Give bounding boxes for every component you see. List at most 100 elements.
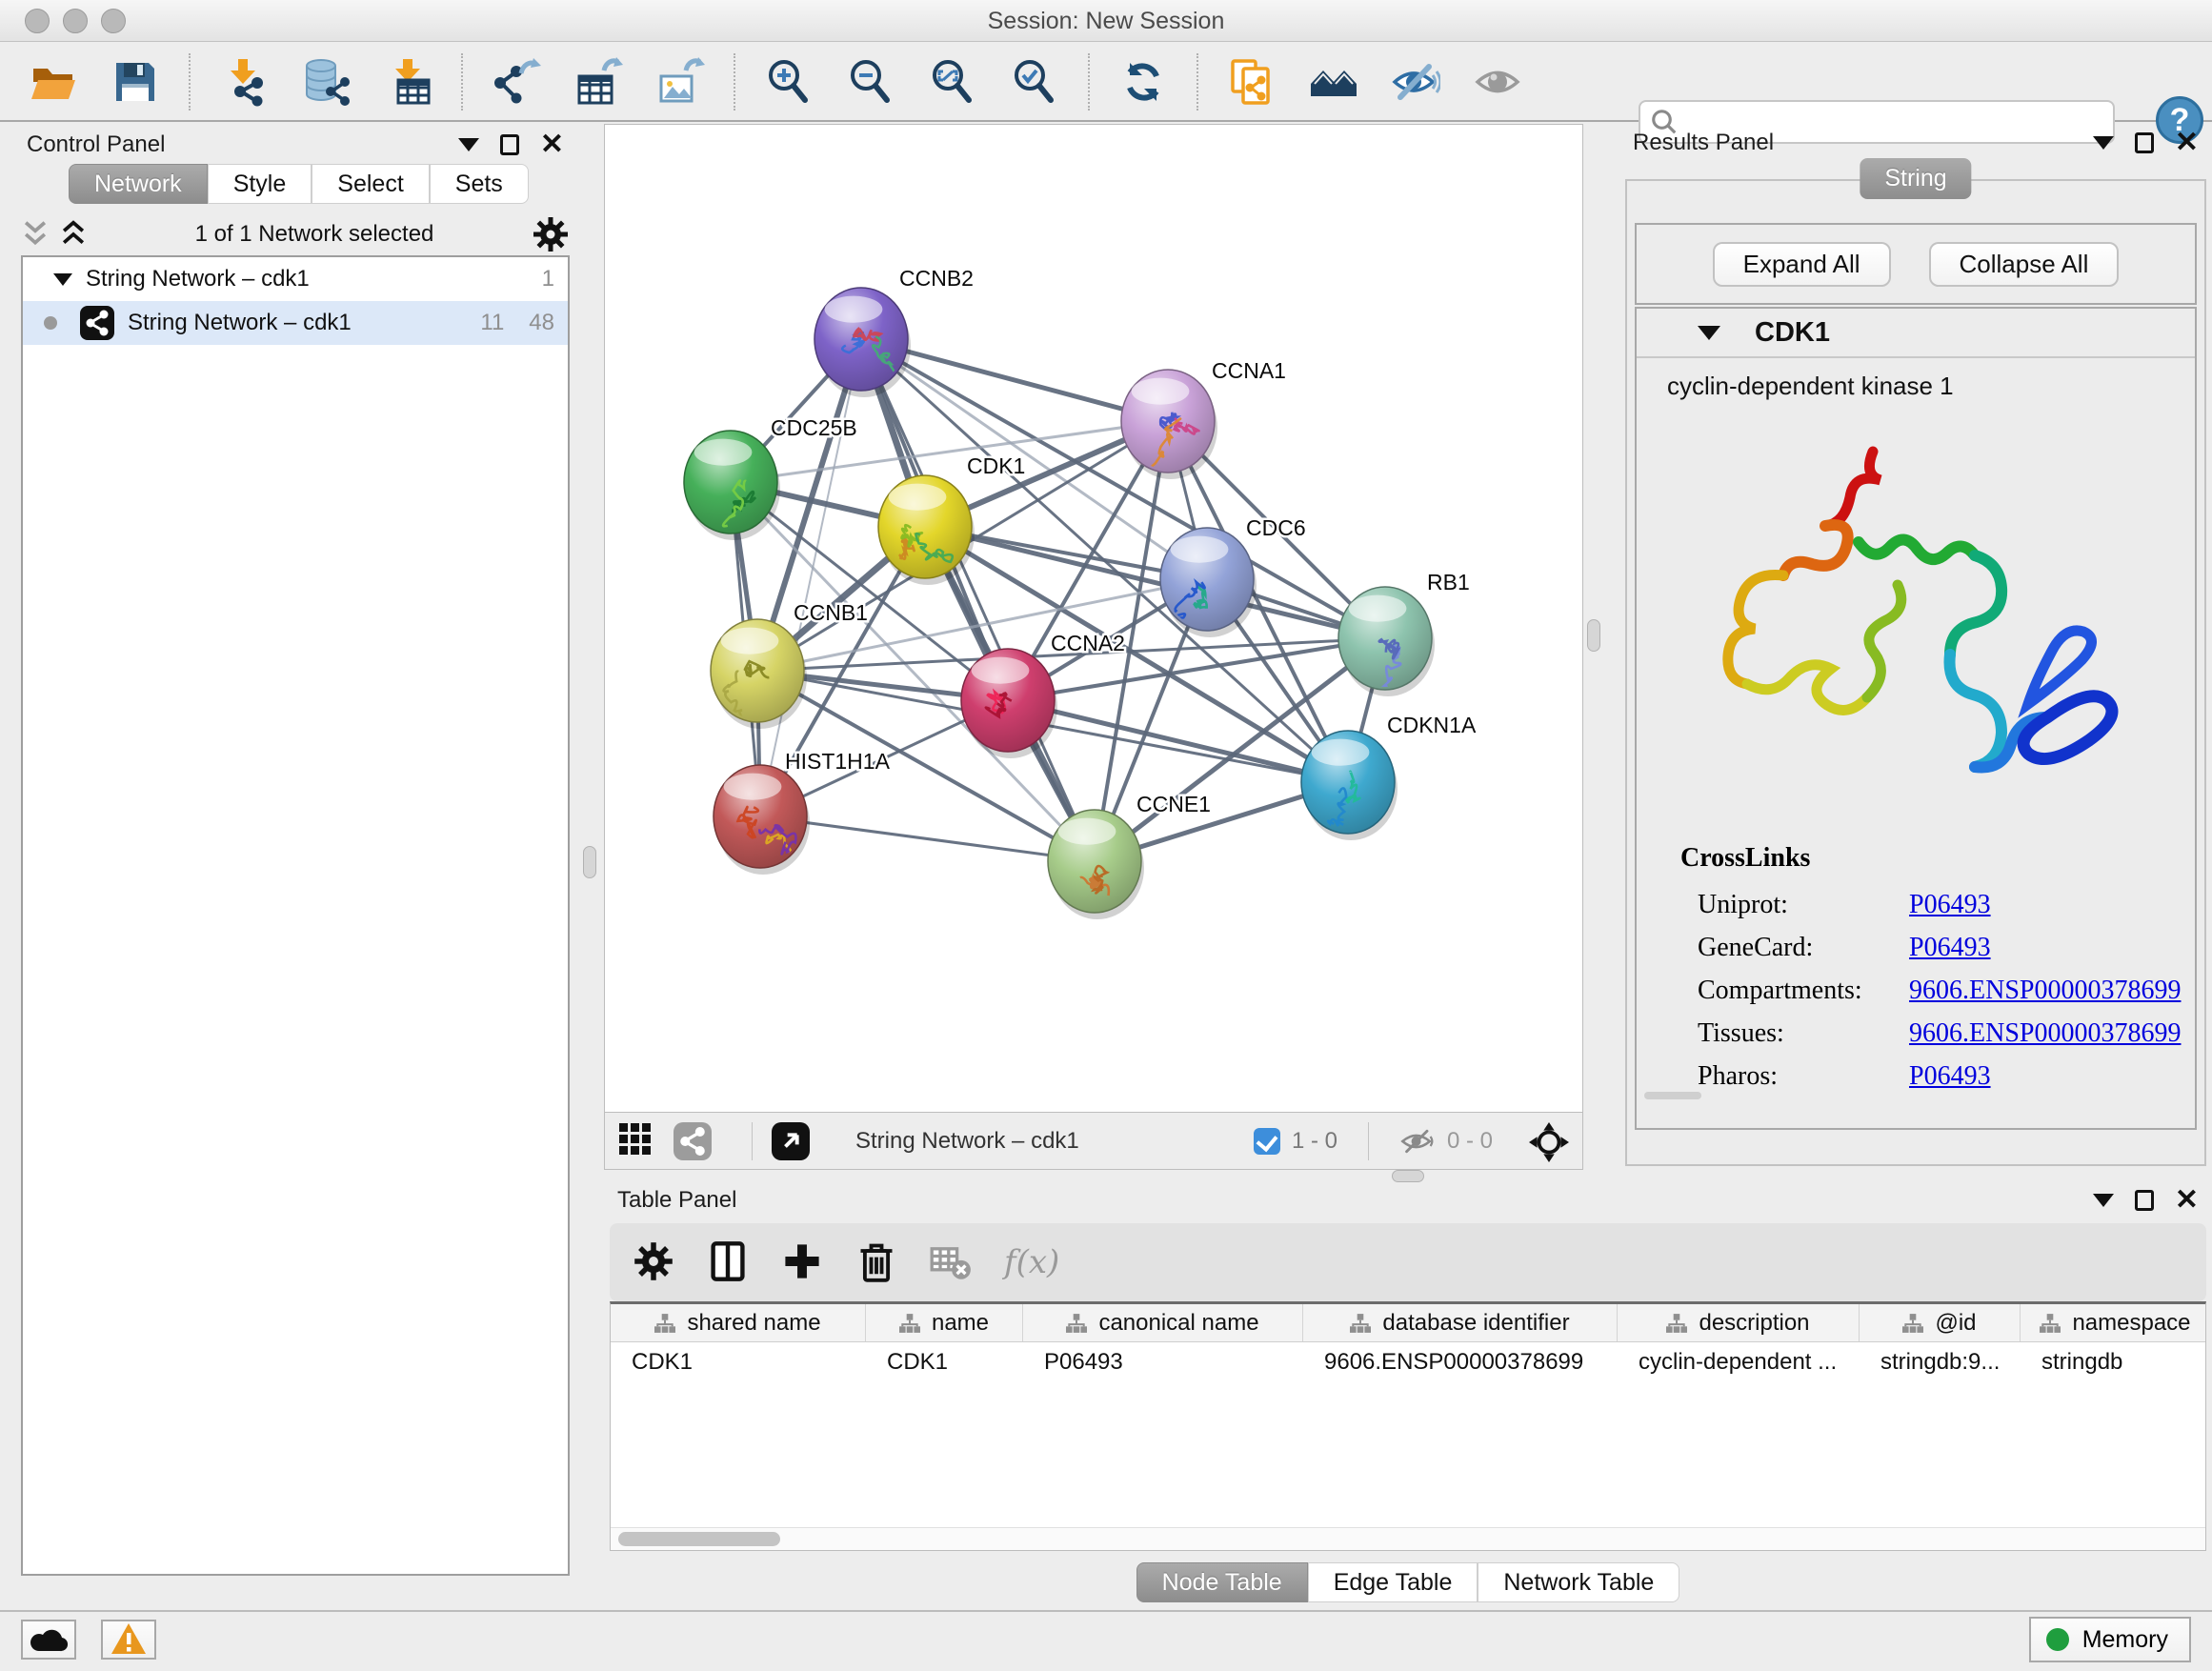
column-header--id[interactable]: @id [1860, 1304, 2021, 1341]
string-share-icon [674, 1122, 712, 1160]
import-network-file-button[interactable] [217, 55, 271, 109]
panel-close-icon[interactable]: ✕ [540, 134, 564, 155]
network-edge[interactable] [760, 816, 1095, 861]
crosslink-link[interactable]: P06493 [1909, 883, 1991, 926]
network-collection-row[interactable]: String Network – cdk1 1 [23, 257, 568, 301]
network-node-rb1[interactable]: RB1 [1338, 570, 1470, 696]
import-network-database-button[interactable] [299, 55, 352, 109]
open-session-button[interactable] [27, 55, 80, 109]
collapse-all-chevron-icon[interactable] [21, 219, 50, 250]
crosslink-link[interactable]: 9606.ENSP00000378699 [1909, 1012, 2181, 1055]
network-node-cdc6[interactable]: CDC6 [1160, 515, 1306, 637]
panel-float-icon[interactable] [2135, 132, 2154, 153]
table-cell: cyclin-dependent ... [1618, 1342, 1860, 1384]
entry-caret-icon[interactable] [1698, 326, 1720, 340]
delete-table-button[interactable] [930, 1240, 972, 1284]
crosslink-link[interactable]: P06493 [1909, 1055, 1991, 1097]
network-node-hist1h1a[interactable]: HIST1H1A [714, 749, 891, 875]
hide-selected-button[interactable] [1389, 55, 1442, 109]
network-node-cdk1[interactable]: CDK1 [878, 453, 1025, 585]
fit-content-button[interactable] [772, 1122, 810, 1160]
show-all-button[interactable] [1471, 55, 1524, 109]
network-node-ccnb1[interactable]: CCNB1 [711, 600, 868, 729]
tab-network[interactable]: Network [69, 164, 208, 204]
crosslink-link[interactable]: P06493 [1909, 926, 1991, 969]
memory-status-dot [2046, 1628, 2069, 1651]
clone-network-button[interactable] [1225, 55, 1278, 109]
panel-close-icon[interactable]: ✕ [2175, 132, 2199, 153]
collapse-all-button[interactable]: Collapse All [1929, 242, 2120, 287]
cloud-status-button[interactable] [21, 1620, 76, 1660]
crosslinks-title: CrossLinks [1680, 843, 2195, 874]
column-header-description[interactable]: description [1618, 1304, 1860, 1341]
open-folder-icon [29, 57, 78, 107]
import-network-icon [219, 57, 269, 107]
table-options-button[interactable] [633, 1240, 674, 1284]
panel-close-icon[interactable]: ✕ [2175, 1190, 2199, 1211]
zoom-selected-button[interactable] [1008, 55, 1061, 109]
zoom-out-button[interactable] [844, 55, 897, 109]
import-database-icon [301, 57, 351, 107]
first-neighbors-button[interactable] [1307, 55, 1360, 109]
warning-icon [110, 1621, 148, 1656]
network-edge[interactable] [1008, 700, 1348, 782]
apply-layout-button[interactable] [1116, 55, 1170, 109]
expand-all-button[interactable]: Expand All [1713, 242, 1891, 287]
tree-caret-icon[interactable] [53, 273, 72, 286]
network-node-ccna1[interactable]: CCNA1 [1121, 358, 1286, 479]
column-header-canonical-name[interactable]: canonical name [1023, 1304, 1303, 1341]
panel-collapse-icon[interactable] [2093, 1194, 2114, 1207]
tab-sets[interactable]: Sets [430, 164, 529, 204]
function-builder-button[interactable]: f(x) [1004, 1240, 1059, 1284]
network-node-ccnb2[interactable]: CCNB2 [814, 266, 974, 397]
table-row[interactable]: CDK1CDK1P064939606.ENSP00000378699cyclin… [611, 1342, 2205, 1384]
entry-header[interactable]: CDK1 [1637, 309, 2195, 358]
panel-float-icon[interactable] [500, 134, 519, 155]
save-session-button[interactable] [109, 55, 162, 109]
selected-checkbox[interactable] [1254, 1128, 1280, 1155]
add-column-button[interactable] [781, 1240, 823, 1284]
memory-button[interactable]: Memory [2029, 1617, 2191, 1662]
panel-float-icon[interactable] [2135, 1190, 2154, 1211]
panel-collapse-icon[interactable] [2093, 136, 2114, 150]
column-header-database-identifier[interactable]: database identifier [1303, 1304, 1618, 1341]
network-edge[interactable] [760, 339, 861, 816]
main-toolbar: ? [0, 43, 2212, 122]
vertical-splitter-handle[interactable] [1587, 619, 1600, 652]
zoom-fit-button[interactable] [926, 55, 979, 109]
scrollbar-thumb[interactable] [618, 1532, 780, 1546]
network-row[interactable]: String Network – cdk1 11 48 [23, 301, 568, 345]
center-view-button[interactable] [1529, 1122, 1569, 1160]
column-header-name[interactable]: name [866, 1304, 1023, 1341]
network-options-button[interactable] [532, 215, 570, 253]
network-canvas[interactable]: CCNB2CCNA1CDC25BCDK1CDC6RB1CCNB1CCNA2CDK… [605, 125, 1584, 1112]
left-splitter-handle[interactable] [583, 846, 596, 878]
network-edge[interactable] [861, 339, 1095, 861]
tab-edge-table[interactable]: Edge Table [1308, 1562, 1478, 1602]
column-header-shared-name[interactable]: shared name [611, 1304, 866, 1341]
export-table-button[interactable] [572, 55, 625, 109]
network-node-cdkn1a[interactable]: CDKN1A [1301, 713, 1477, 840]
birdseye-toggle-button[interactable] [618, 1122, 653, 1160]
tab-style[interactable]: Style [208, 164, 312, 204]
expand-all-chevron-icon[interactable] [59, 219, 88, 250]
zoom-in-button[interactable] [762, 55, 815, 109]
export-network-button[interactable] [490, 55, 543, 109]
status-bar: Memory [0, 1610, 2212, 1671]
network-share-icon [80, 306, 114, 340]
tab-select[interactable]: Select [312, 164, 429, 204]
import-table-file-button[interactable] [381, 55, 434, 109]
delete-column-button[interactable] [855, 1240, 897, 1284]
crosslink-link[interactable]: 9606.ENSP00000378699 [1909, 969, 2181, 1012]
tab-node-table[interactable]: Node Table [1136, 1562, 1308, 1602]
results-scrollbar[interactable] [1644, 1092, 1701, 1099]
show-columns-button[interactable] [707, 1240, 749, 1284]
panel-collapse-icon[interactable] [458, 138, 479, 151]
export-image-button[interactable] [654, 55, 707, 109]
tab-string[interactable]: String [1860, 158, 1971, 199]
string-app-button[interactable] [674, 1122, 712, 1160]
column-header-namespace[interactable]: namespace [2021, 1304, 2206, 1341]
tab-network-table[interactable]: Network Table [1478, 1562, 1679, 1602]
warnings-button[interactable] [101, 1620, 156, 1660]
table-horizontal-scrollbar[interactable] [611, 1527, 2205, 1550]
